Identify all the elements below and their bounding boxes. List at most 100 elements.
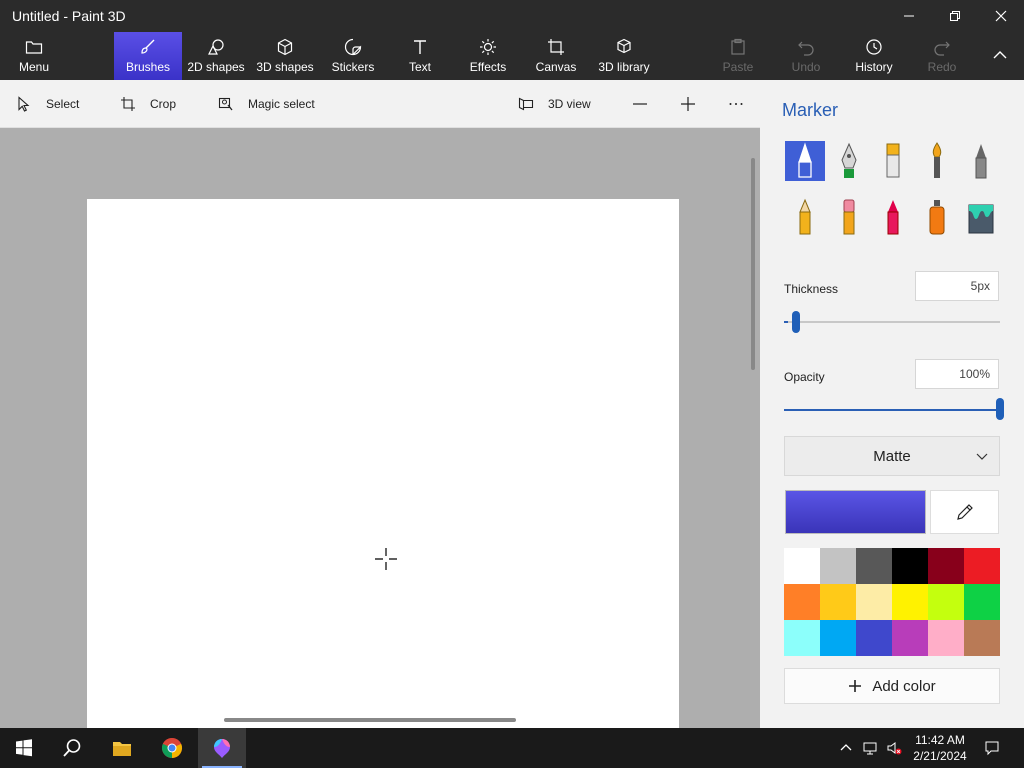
brush-eraser[interactable] xyxy=(829,197,869,237)
horizontal-scrollbar[interactable] xyxy=(224,718,516,722)
sticker-icon xyxy=(344,38,362,56)
tab-stickers-label: Stickers xyxy=(331,60,375,74)
network-icon[interactable] xyxy=(862,740,878,756)
clock[interactable]: 11:42 AM 2/21/2024 xyxy=(908,732,972,764)
brush-pixel-pen[interactable] xyxy=(961,141,1001,181)
finish-dropdown[interactable]: Matte xyxy=(784,436,1000,476)
tab-canvas-label: Canvas xyxy=(535,60,577,74)
color-swatch[interactable] xyxy=(856,584,892,620)
current-color-swatch[interactable] xyxy=(785,490,926,534)
tab-text[interactable]: Text xyxy=(400,32,440,80)
add-color-label: Add color xyxy=(872,677,936,695)
color-swatch[interactable] xyxy=(928,584,964,620)
3d-view-button[interactable]: 3D view xyxy=(518,80,591,128)
brush-calligraphy-pen[interactable] xyxy=(829,141,869,181)
chrome-button[interactable] xyxy=(148,728,196,768)
crayon-icon xyxy=(887,200,899,235)
brush-spray-can[interactable] xyxy=(917,197,957,237)
undo-button[interactable]: Undo xyxy=(786,32,826,80)
color-swatch[interactable] xyxy=(784,548,820,584)
windows-logo-icon xyxy=(16,739,32,757)
history-button[interactable]: History xyxy=(850,32,898,80)
collapse-ribbon-button[interactable] xyxy=(982,32,1018,80)
tab-2d-shapes[interactable]: 2D shapes xyxy=(186,32,246,80)
library-icon xyxy=(617,38,631,54)
zoom-in-button[interactable] xyxy=(680,80,710,128)
opacity-input[interactable]: 100% xyxy=(915,359,999,389)
more-options-button[interactable] xyxy=(728,80,758,128)
tab-3d-library[interactable]: 3D library xyxy=(596,32,652,80)
chevron-up-icon[interactable] xyxy=(838,740,854,756)
opacity-slider-track[interactable] xyxy=(784,409,1000,411)
redo-button[interactable]: Redo xyxy=(922,32,962,80)
paint-3d-icon xyxy=(214,739,230,758)
select-button[interactable]: Select xyxy=(16,80,79,128)
more-icon xyxy=(729,103,743,105)
sub-toolbar: Select Crop Magic select 3D view xyxy=(0,80,760,128)
pencil-icon xyxy=(799,198,811,235)
history-icon xyxy=(866,39,882,55)
brush-fill[interactable] xyxy=(961,197,1001,237)
start-button[interactable] xyxy=(0,728,48,768)
paste-button[interactable]: Paste xyxy=(718,32,758,80)
color-swatch[interactable] xyxy=(820,584,856,620)
magic-select-icon xyxy=(218,97,233,111)
color-swatch[interactable] xyxy=(964,620,1000,656)
color-swatch[interactable] xyxy=(892,548,928,584)
magic-select-label: Magic select xyxy=(248,97,315,111)
brush-crayon[interactable] xyxy=(873,197,913,237)
thickness-input[interactable]: 5px xyxy=(915,271,999,301)
minimize-button[interactable] xyxy=(886,0,932,32)
color-swatch[interactable] xyxy=(856,548,892,584)
workspace[interactable] xyxy=(0,128,760,728)
color-swatch[interactable] xyxy=(964,584,1000,620)
crop-button[interactable]: Crop xyxy=(120,80,176,128)
volume-muted-icon[interactable] xyxy=(886,740,902,756)
brush-oil[interactable] xyxy=(873,141,913,181)
color-swatch[interactable] xyxy=(820,620,856,656)
text-icon xyxy=(414,40,426,54)
brush-marker[interactable] xyxy=(785,141,825,181)
tab-3d-shapes[interactable]: 3D shapes xyxy=(254,32,316,80)
search-button[interactable] xyxy=(48,728,96,768)
drawing-canvas[interactable] xyxy=(87,199,679,728)
tab-brushes[interactable]: Brushes xyxy=(114,32,182,80)
notifications-icon[interactable] xyxy=(984,740,1000,756)
color-swatch[interactable] xyxy=(784,620,820,656)
vertical-scrollbar[interactable] xyxy=(751,158,755,370)
color-swatch[interactable] xyxy=(928,620,964,656)
chrome-icon xyxy=(161,737,183,758)
tab-canvas[interactable]: Canvas xyxy=(534,32,578,80)
brush-pencil[interactable] xyxy=(785,197,825,237)
zoom-out-button[interactable] xyxy=(632,80,662,128)
color-swatch[interactable] xyxy=(820,548,856,584)
color-swatch[interactable] xyxy=(928,548,964,584)
tab-effects[interactable]: Effects xyxy=(466,32,510,80)
magic-select-button[interactable]: Magic select xyxy=(218,80,315,128)
brush-watercolor[interactable] xyxy=(917,141,957,181)
menu-button[interactable]: Menu xyxy=(10,32,58,80)
restore-button[interactable] xyxy=(932,0,978,32)
eraser-icon xyxy=(843,199,855,235)
add-color-button[interactable]: Add color xyxy=(784,668,1000,704)
color-palette xyxy=(784,548,1000,656)
canvas-icon xyxy=(548,39,564,55)
thickness-slider-track[interactable] xyxy=(784,321,1000,323)
thickness-slider-thumb[interactable] xyxy=(792,311,800,333)
color-swatch[interactable] xyxy=(784,584,820,620)
eyedropper-button[interactable] xyxy=(930,490,999,534)
title-bar: Untitled - Paint 3D Menu Brushes 2D shap… xyxy=(0,0,1024,80)
color-swatch[interactable] xyxy=(892,584,928,620)
folder-icon xyxy=(25,41,43,54)
3d-view-label: 3D view xyxy=(548,97,591,111)
history-label: History xyxy=(855,60,893,74)
file-explorer-button[interactable] xyxy=(98,728,146,768)
menu-label: Menu xyxy=(18,60,50,74)
color-swatch[interactable] xyxy=(856,620,892,656)
close-button[interactable] xyxy=(978,0,1024,32)
tab-stickers[interactable]: Stickers xyxy=(326,32,380,80)
color-swatch[interactable] xyxy=(892,620,928,656)
opacity-slider-thumb[interactable] xyxy=(996,398,1004,420)
paint-3d-taskbar-button[interactable] xyxy=(198,728,246,768)
color-swatch[interactable] xyxy=(964,548,1000,584)
